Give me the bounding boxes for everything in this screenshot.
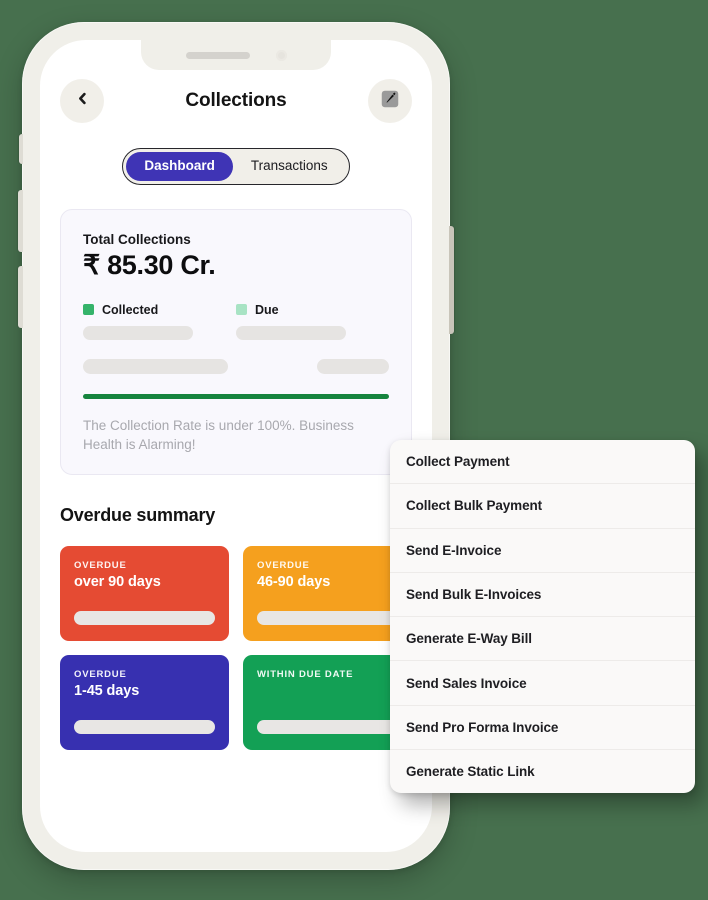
legend-collected-swatch-icon [83, 304, 94, 316]
skeleton-overdue-amount [74, 611, 215, 626]
menu-item-send-sales-invoice[interactable]: Send Sales Invoice [390, 661, 695, 706]
overdue-card-kicker: WITHIN DUE DATE [257, 669, 354, 681]
collection-progress-bar [83, 393, 389, 399]
tab-dashboard[interactable]: Dashboard [126, 152, 233, 181]
phone-screen: Collections Dashboard Transactions Total… [40, 40, 432, 852]
speaker-grille-icon [185, 51, 250, 59]
power-button[interactable] [449, 226, 454, 334]
volume-down-button[interactable] [18, 266, 23, 328]
overdue-summary-grid: OVERDUE over 90 days OVERDUE 46-90 days … [60, 546, 412, 751]
overdue-card-kicker: OVERDUE [74, 669, 127, 681]
edit-button[interactable] [368, 79, 412, 123]
skeleton-secondary-left [83, 358, 228, 374]
legend-due-head: Due [236, 303, 389, 317]
front-camera-icon [275, 49, 287, 61]
actions-dropdown-menu: Collect Payment Collect Bulk Payment Sen… [390, 440, 695, 794]
total-collections-label: Total Collections [83, 231, 191, 247]
page-title: Collections [185, 90, 287, 111]
chevron-left-icon [75, 91, 90, 111]
skeleton-secondary-right [317, 358, 389, 374]
legend-due: Due [236, 303, 389, 340]
menu-item-collect-bulk-payment[interactable]: Collect Bulk Payment [390, 484, 695, 529]
skeleton-due-value [236, 325, 346, 340]
legend-row: Collected Due [83, 303, 389, 340]
volume-up-button[interactable] [18, 190, 23, 252]
overdue-card-over-90-days[interactable]: OVERDUE over 90 days [60, 546, 229, 642]
skeleton-overdue-amount [257, 720, 398, 735]
tab-transactions[interactable]: Transactions [233, 152, 346, 181]
overdue-card-kicker: OVERDUE [257, 560, 310, 572]
business-health-note: The Collection Rate is under 100%. Busin… [83, 417, 354, 452]
silent-switch-button[interactable] [19, 134, 23, 164]
total-collections-card: Total Collections ₹ 85.30 Cr. Collected [60, 208, 412, 476]
menu-item-collect-payment[interactable]: Collect Payment [390, 440, 695, 485]
overdue-card-range: 46-90 days [257, 574, 331, 591]
overdue-card-1-45-days[interactable]: OVERDUE 1-45 days [60, 655, 229, 751]
menu-item-send-bulk-e-invoices[interactable]: Send Bulk E-Invoices [390, 573, 695, 618]
segmented-control-wrapper: Dashboard Transactions [60, 148, 412, 185]
phone-device: Collections Dashboard Transactions Total… [18, 22, 454, 870]
menu-item-generate-e-way-bill[interactable]: Generate E-Way Bill [390, 617, 695, 662]
overdue-summary-title: Overdue summary [60, 505, 216, 526]
menu-item-send-pro-forma-invoice[interactable]: Send Pro Forma Invoice [390, 706, 695, 751]
skeleton-overdue-amount [74, 720, 215, 735]
legend-collected-label: Collected [102, 302, 159, 317]
legend-collected: Collected [83, 303, 236, 340]
overdue-card-kicker: OVERDUE [74, 560, 127, 572]
segmented-control: Dashboard Transactions [122, 148, 350, 185]
skeleton-secondary-row [83, 358, 389, 374]
menu-item-send-e-invoice[interactable]: Send E-Invoice [390, 529, 695, 573]
legend-due-label: Due [255, 302, 279, 317]
menu-item-generate-static-link[interactable]: Generate Static Link [390, 750, 695, 793]
overdue-card-range: 1-45 days [74, 683, 140, 700]
app-header: Collections [60, 78, 412, 124]
total-collections-amount: ₹ 85.30 Cr. [83, 249, 216, 280]
overdue-card-46-90-days[interactable]: OVERDUE 46-90 days [243, 546, 412, 642]
skeleton-overdue-amount [257, 611, 398, 626]
overdue-card-within-due-date[interactable]: WITHIN DUE DATE [243, 655, 412, 751]
legend-collected-head: Collected [83, 303, 236, 317]
edit-pencil-icon [379, 88, 401, 115]
overdue-card-range: over 90 days [74, 574, 161, 591]
phone-notch [141, 40, 331, 70]
back-button[interactable] [60, 79, 104, 123]
legend-due-swatch-icon [236, 304, 247, 316]
app-content: Collections Dashboard Transactions Total… [40, 40, 432, 852]
skeleton-collected-value [83, 325, 193, 340]
